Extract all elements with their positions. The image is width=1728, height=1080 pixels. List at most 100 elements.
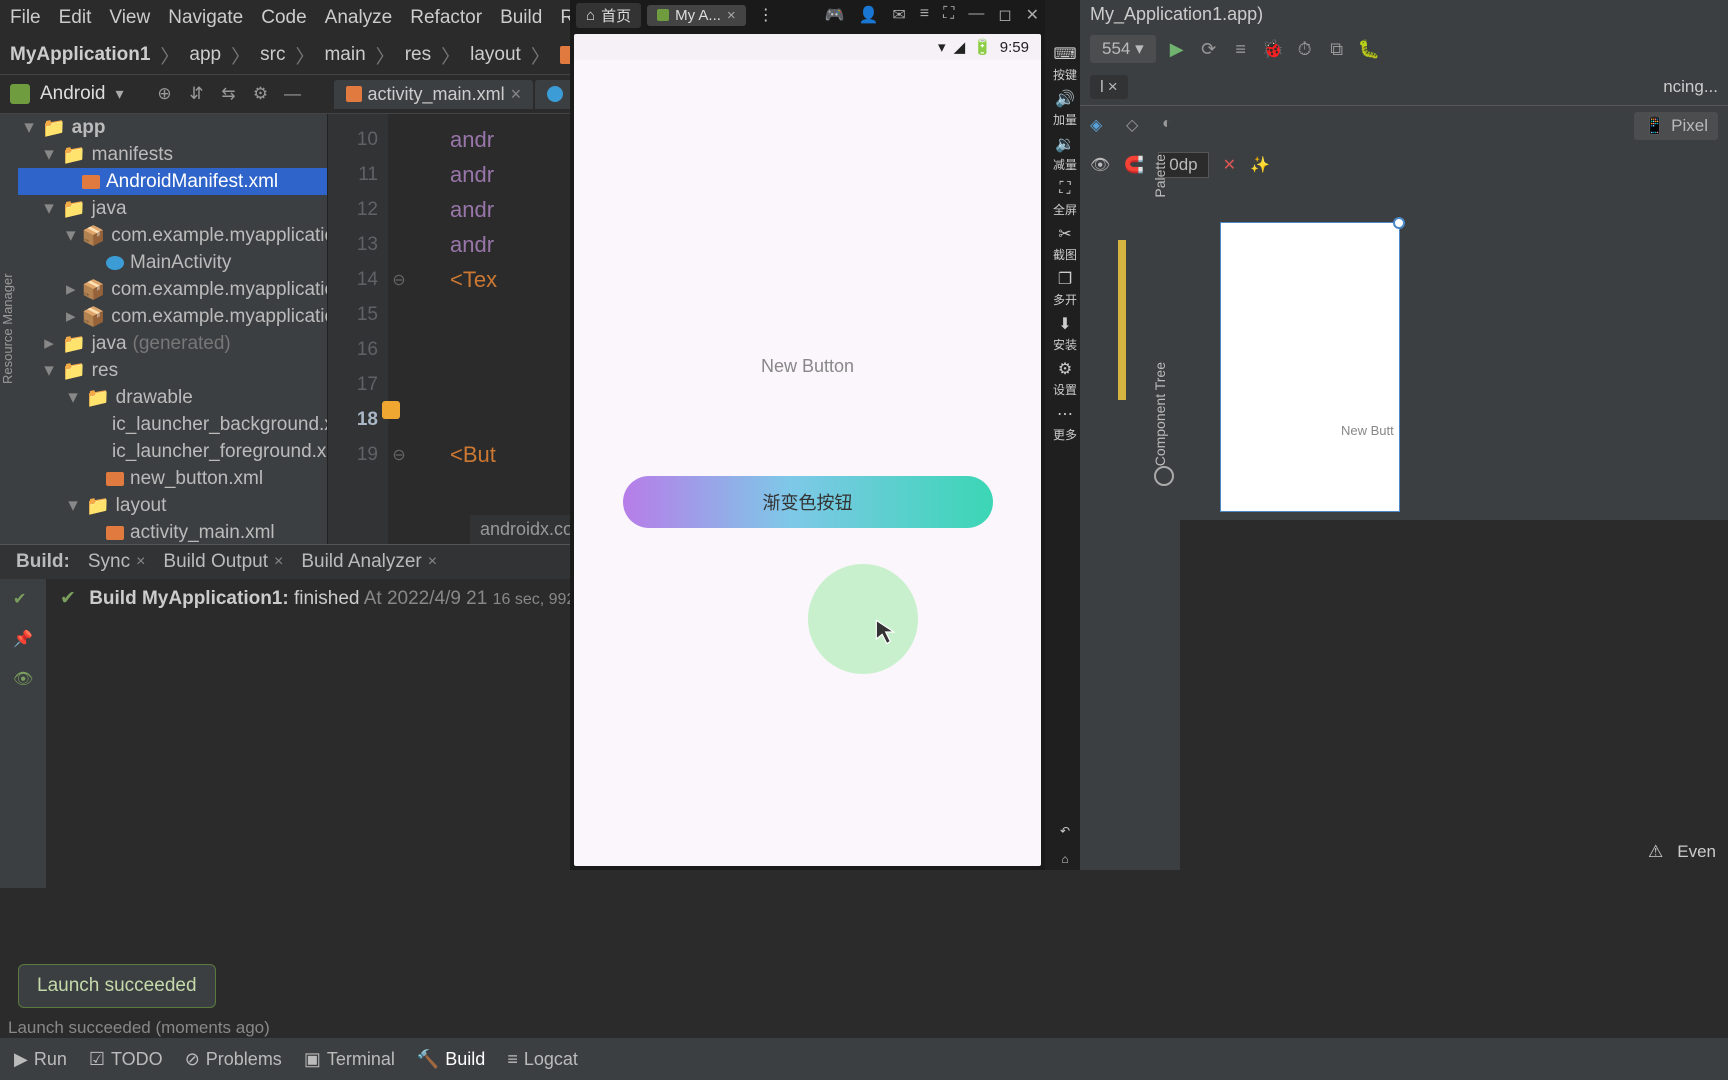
lightbulb-icon[interactable]: [382, 401, 400, 419]
fold-column[interactable]: ⊖⊖: [388, 114, 410, 544]
attributes-panel[interactable]: [1180, 520, 1728, 870]
project-view-dropdown[interactable]: Android: [40, 83, 106, 105]
emu-voldn[interactable]: 🔉减量: [1053, 134, 1077, 173]
gamepad-icon[interactable]: 🎮: [825, 5, 845, 25]
stop-icon[interactable]: 🐛: [1358, 38, 1380, 60]
emu-volup[interactable]: 🔊加量: [1053, 89, 1077, 128]
more-icon[interactable]: ⋮: [752, 5, 780, 25]
bc-res[interactable]: res: [405, 44, 431, 66]
wand-icon[interactable]: ✨: [1250, 155, 1270, 175]
menu-file[interactable]: File: [10, 7, 41, 29]
component-tree-rail[interactable]: Component Tree: [1152, 356, 1174, 472]
menu-navigate[interactable]: Navigate: [168, 7, 243, 29]
close-window-icon[interactable]: ✕: [1026, 5, 1039, 25]
emulator-screen[interactable]: ▾ ◢ 🔋 9:59 New Button 渐变色按钮: [574, 34, 1041, 866]
emu-multi[interactable]: ❐多开: [1053, 269, 1077, 308]
bc-project[interactable]: MyApplication1: [10, 44, 150, 66]
emulator-tab-home[interactable]: ⌂首页: [576, 3, 641, 28]
bottombar-build[interactable]: 🔨 Build: [417, 1049, 485, 1070]
attach-icon[interactable]: ⧉: [1326, 38, 1348, 60]
emu-fullscreen[interactable]: ⛶全屏: [1053, 179, 1077, 218]
bottombar-todo[interactable]: ☑ TODO: [89, 1049, 163, 1070]
status-right: ⚠Even: [1648, 842, 1716, 862]
minimize-window-icon[interactable]: —: [968, 5, 984, 25]
magnet-icon[interactable]: 🧲: [1124, 155, 1144, 175]
build-tab-output[interactable]: Build Output×: [163, 551, 283, 573]
window-title: My_Application1.app): [1080, 0, 1728, 29]
chevron-down-icon[interactable]: ▾: [116, 84, 124, 104]
mail-icon[interactable]: ✉: [892, 5, 905, 25]
restart-icon[interactable]: ⟳: [1198, 38, 1220, 60]
editor-tab-activity-main[interactable]: activity_main.xml ×: [334, 80, 534, 109]
eye-icon[interactable]: 👁: [13, 669, 33, 689]
text-newbutton[interactable]: New Button: [574, 356, 1041, 377]
bottombar-problems[interactable]: ⊘ Problems: [185, 1049, 282, 1070]
menu-analyze[interactable]: Analyze: [325, 7, 393, 29]
bc-main[interactable]: main: [324, 44, 365, 66]
bottombar-terminal[interactable]: ▣ Terminal: [304, 1049, 395, 1070]
maximize-window-icon[interactable]: ◻: [998, 5, 1011, 25]
minimize-icon[interactable]: —: [282, 83, 304, 105]
emu-install[interactable]: ⬇安装: [1053, 314, 1077, 353]
emu-settings[interactable]: ⚙设置: [1053, 359, 1077, 398]
profile-icon[interactable]: ⏱: [1294, 38, 1316, 60]
emulator-controls: ⌨按键 🔊加量 🔉减量 ⛶全屏 ✂截图 ❐多开 ⬇安装 ⚙设置 ⋯更多 ↶ ⌂: [1045, 0, 1085, 870]
expand-icon[interactable]: ⛶: [943, 5, 954, 25]
layout-preview[interactable]: New Butt: [1220, 222, 1400, 512]
step-icon[interactable]: ≡: [1230, 38, 1252, 60]
nav-home-icon[interactable]: ⌂: [1054, 848, 1076, 870]
theme-icon[interactable]: ◐: [1162, 115, 1184, 137]
debug-icon[interactable]: 🐞: [1262, 38, 1284, 60]
gear-icon[interactable]: ⚙: [250, 83, 272, 105]
hammer-icon[interactable]: ✔: [13, 589, 33, 609]
bc-layout[interactable]: layout: [470, 44, 521, 66]
emu-keys[interactable]: ⌨按键: [1053, 44, 1077, 83]
rotate-icon[interactable]: ◇: [1126, 115, 1148, 137]
close-icon[interactable]: ×: [511, 84, 522, 105]
device-select[interactable]: 554 ▾: [1090, 35, 1156, 63]
menu-edit[interactable]: Edit: [59, 7, 92, 29]
build-tab-analyzer[interactable]: Build Analyzer×: [301, 551, 437, 573]
close-icon[interactable]: ×: [1108, 77, 1118, 97]
build-tool-rail[interactable]: ✔ 📌 👁: [0, 579, 46, 888]
bc-app[interactable]: app: [189, 44, 221, 66]
left-tool-rail[interactable]: Resource Manager: [0, 114, 18, 544]
xml-file-icon: [346, 86, 362, 102]
right-tab[interactable]: l ×: [1090, 75, 1128, 99]
device-picker[interactable]: 📱 Pixel: [1634, 112, 1718, 140]
bc-src[interactable]: src: [260, 44, 285, 66]
menu-code[interactable]: Code: [261, 7, 306, 29]
status-line: Launch succeeded (moments ago): [8, 1018, 270, 1038]
menu-icon[interactable]: ≡: [920, 5, 929, 25]
play-icon[interactable]: ▶: [1166, 38, 1188, 60]
layers-icon[interactable]: ◈: [1090, 115, 1112, 137]
build-tab-sync[interactable]: Sync×: [88, 551, 146, 573]
gradient-button[interactable]: 渐变色按钮: [623, 476, 993, 528]
project-tree[interactable]: ▾📁app ▾📁manifests AndroidManifest.xml ▾📁…: [18, 114, 328, 544]
locate-icon[interactable]: ⊕: [154, 83, 176, 105]
pin-icon[interactable]: 📌: [13, 629, 33, 649]
menu-build[interactable]: Build: [500, 7, 542, 29]
layout-editor-panel: My_Application1.app) 554 ▾ ▶ ⟳ ≡ 🐞 ⏱ ⧉ 🐛…: [1080, 0, 1728, 870]
expand-icon[interactable]: ⇆: [218, 83, 240, 105]
menu-refactor[interactable]: Refactor: [410, 7, 482, 29]
tree-file-mainactivity[interactable]: MainActivity: [18, 249, 327, 276]
emu-more[interactable]: ⋯更多: [1053, 404, 1077, 443]
emulator-tab-app[interactable]: My A...×: [647, 5, 746, 26]
tree-file-manifest[interactable]: AndroidManifest.xml: [18, 168, 327, 195]
globe-icon[interactable]: [1154, 466, 1174, 486]
palette-rail[interactable]: Palette: [1152, 148, 1174, 204]
eye-icon[interactable]: 👁: [1090, 155, 1110, 175]
resize-handle[interactable]: [1393, 217, 1405, 229]
nav-back-icon[interactable]: ↶: [1054, 820, 1076, 842]
close-icon[interactable]: ×: [727, 7, 736, 24]
clear-constraints-icon[interactable]: ✕: [1223, 155, 1236, 175]
bottombar-run[interactable]: ▶ Run: [14, 1049, 67, 1070]
user-icon[interactable]: 👤: [858, 5, 878, 25]
menu-view[interactable]: View: [109, 7, 150, 29]
class-icon: [106, 256, 124, 270]
class-icon: [547, 86, 563, 102]
bottombar-logcat[interactable]: ≡ Logcat: [507, 1049, 578, 1070]
emu-screenshot[interactable]: ✂截图: [1053, 224, 1077, 263]
collapse-icon[interactable]: ⇵: [186, 83, 208, 105]
